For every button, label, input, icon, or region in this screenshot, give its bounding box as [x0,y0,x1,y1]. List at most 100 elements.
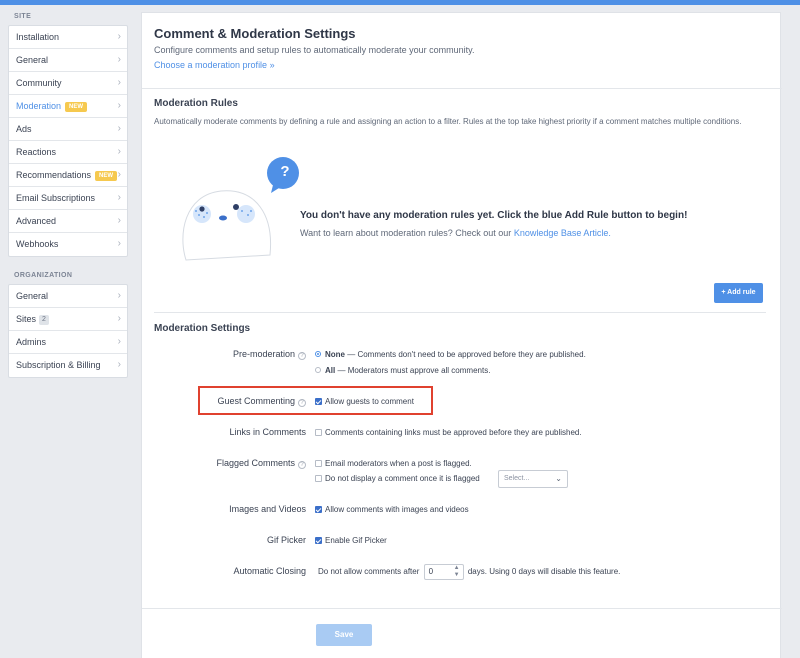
guest-commenting-label: Guest Commenting? [142,396,306,407]
email-moderators-checkbox[interactable] [315,460,322,467]
sidebar-item-installation[interactable]: Installation › [9,26,127,49]
links-approval-checkbox[interactable] [315,429,322,436]
automatic-closing-row: Do not allow comments after 0 ▲ ▼ days. Us… [318,564,620,580]
add-rule-button[interactable]: + Add rule [714,283,763,303]
sidebar-item-label: Reactions [16,147,57,157]
sidebar-item-label: General [16,55,49,65]
new-badge: NEW [95,171,118,181]
hide-flagged-checkbox[interactable] [315,475,322,482]
automatic-closing-label: Automatic Closing [233,566,306,576]
gif-picker-text: Enable Gif Picker [325,536,387,545]
chevron-right-icon: › [117,100,121,111]
help-icon[interactable]: ? [298,461,306,469]
radio-none[interactable] [315,351,321,357]
sidebar-item-label: Ads [16,124,32,134]
gif-picker-option[interactable]: Enable Gif Picker [315,536,387,545]
sidebar-site-list: Installation › General › Community › Moderatio… [8,25,128,257]
moderation-settings-title: Moderation Settings [154,323,251,334]
none-description: — Comments don't need to be approved bef… [347,350,586,359]
stepper-icon[interactable]: ▲ ▼ [454,565,460,579]
chevron-right-icon: › [117,238,121,249]
allow-guests-text: Allow guests to comment [325,397,414,406]
links-approval-option[interactable]: Comments containing links must be approv… [315,428,582,437]
moderation-rules-description: Automatically moderate comments by defin… [154,117,742,126]
chevron-right-icon: › [117,123,121,134]
sidebar-item-community[interactable]: Community › [9,72,127,95]
moderation-rules-title: Moderation Rules [154,98,238,109]
gif-picker-checkbox[interactable] [315,537,322,544]
allow-guests-checkbox[interactable] [315,398,322,405]
sidebar-item-label: Advanced [16,216,57,226]
guest-commenting-label-text: Guest Commenting [217,396,295,406]
empty-rules-message: You don't have any moderation rules yet.… [300,210,688,221]
premoderation-label-text: Pre-moderation [232,349,295,359]
radio-all[interactable] [315,367,321,373]
chevron-right-icon: › [117,31,121,42]
sidebar-item-label: Community [16,78,62,88]
premoderation-all-option[interactable]: All — Moderators must approve all commen… [315,366,490,375]
sidebar-item-label: Subscription & Billing [16,360,101,370]
sidebar-item-moderation[interactable]: Moderation NEW › [9,95,127,118]
chevron-down-icon: ⌄ [555,474,562,483]
divider [142,608,782,609]
none-label: None [325,350,345,359]
sidebar-item-general[interactable]: General › [9,285,127,308]
closing-days-value: 0 [428,567,434,576]
sidebar-item-email-subscriptions[interactable]: Email Subscriptions › [9,187,127,210]
sidebar-item-subscription-billing[interactable]: Subscription & Billing › [9,354,127,377]
closing-days-input[interactable]: 0 ▲ ▼ [423,564,464,580]
sidebar-item-sites[interactable]: Sites 2 › [9,308,127,331]
chevron-right-icon: › [117,146,121,157]
sidebar-item-label: Admins [16,337,47,347]
images-videos-label: Images and Videos [229,504,306,514]
flagged-comments-label-text: Flagged Comments [216,458,295,468]
closing-prefix: Do not allow comments after [318,567,420,577]
sidebar-section-site: SITE [14,13,32,20]
divider [154,312,766,313]
new-badge: NEW [65,102,88,112]
premoderation-label: Pre-moderation? [142,349,306,360]
sidebar-item-advanced[interactable]: Advanced › [9,210,127,233]
knowledge-base-link[interactable]: Knowledge Base Article. [514,228,611,238]
all-label: All [325,366,336,375]
sidebar-item-admins[interactable]: Admins › [9,331,127,354]
sidebar-item-label: Sites [16,314,37,324]
links-in-comments-label: Links in Comments [229,427,306,437]
chevron-right-icon: › [117,54,121,65]
count-badge: 2 [39,315,49,325]
links-approval-text: Comments containing links must be approv… [325,428,582,437]
gif-picker-label: Gif Picker [266,535,306,545]
premoderation-none-option[interactable]: None — Comments don't need to be approve… [315,350,586,359]
save-button[interactable]: Save [316,624,372,646]
sidebar-item-label: General [16,291,49,301]
hide-flagged-option[interactable]: Do not display a comment once it is flag… [315,474,480,483]
email-moderators-option[interactable]: Email moderators when a post is flagged. [315,459,472,468]
empty-rules-subtext: Want to learn about moderation rules? Ch… [300,228,512,238]
allow-guests-option[interactable]: Allow guests to comment [315,397,414,406]
images-videos-text: Allow comments with images and videos [325,505,469,514]
sidebar-item-general[interactable]: General › [9,49,127,72]
divider [142,88,782,89]
chevron-right-icon: › [117,169,121,180]
sidebar-section-organization: ORGANIZATION [14,272,73,279]
help-icon[interactable]: ? [298,399,306,407]
images-videos-option[interactable]: Allow comments with images and videos [315,505,469,514]
sidebar-item-recommendations[interactable]: Recommendations NEW › [9,164,127,187]
sidebar-item-ads[interactable]: Ads › [9,118,127,141]
question-bubble-icon: ? [280,163,290,180]
chevron-right-icon: › [117,290,121,301]
flagged-action-select[interactable]: Select... ⌄ [498,470,568,488]
page-description: Configure comments and setup rules to au… [154,45,475,55]
sidebar-item-reactions[interactable]: Reactions › [9,141,127,164]
sidebar-item-label: Email Subscriptions [16,193,96,203]
help-icon[interactable]: ? [298,352,306,360]
images-videos-checkbox[interactable] [315,506,322,513]
sidebar-item-label: Recommendations [16,170,92,180]
chevron-right-icon: › [117,359,121,370]
sidebar-item-label: Installation [16,32,60,42]
moderation-profile-link[interactable]: Choose a moderation profile » [154,60,275,70]
closing-suffix: days. Using 0 days will disable this fea… [467,567,621,577]
chevron-right-icon: › [117,192,121,203]
email-moderators-text: Email moderators when a post is flagged. [325,459,472,468]
sidebar-item-webhooks[interactable]: Webhooks › [9,233,127,256]
